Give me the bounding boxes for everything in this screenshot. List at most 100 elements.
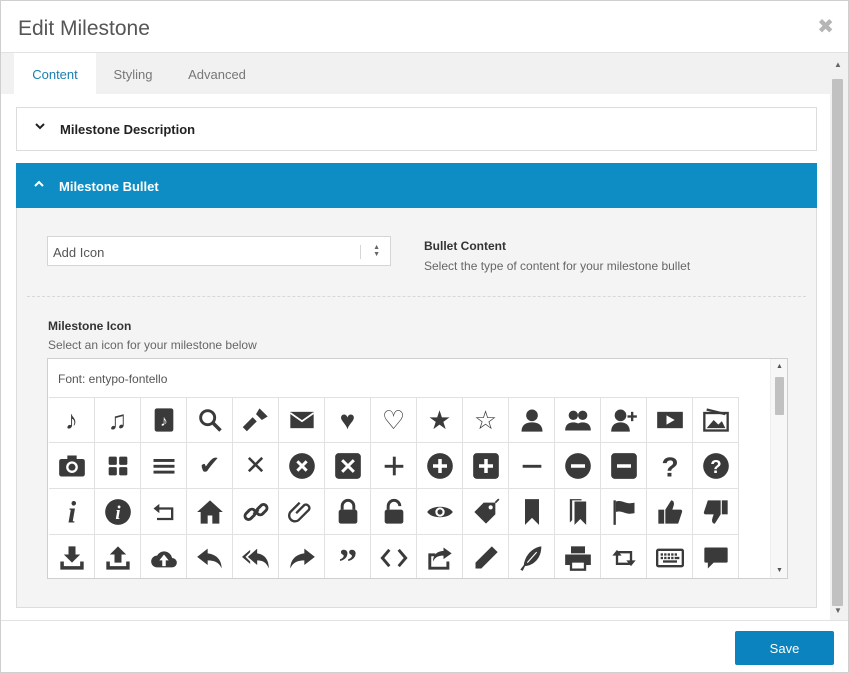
icon-option-keyboard[interactable] xyxy=(647,535,693,578)
forward-icon xyxy=(288,544,316,572)
tab-content[interactable]: Content xyxy=(14,53,96,94)
icon-option-cancel-squared[interactable] xyxy=(325,443,371,489)
icon-option-minus[interactable] xyxy=(509,443,555,489)
icon-option-plus[interactable] xyxy=(371,443,417,489)
icon-option-thumbs-down[interactable] xyxy=(693,489,739,535)
scroll-down-arrow-icon[interactable]: ▼ xyxy=(771,567,787,574)
icon-option-bookmark[interactable] xyxy=(509,489,555,535)
icon-option-flashlight[interactable] xyxy=(233,397,279,443)
tab-styling[interactable]: Styling xyxy=(96,53,170,94)
icon-option-plus-circled[interactable] xyxy=(417,443,463,489)
icon-option-cancel[interactable]: ✕ xyxy=(233,443,279,489)
icon-option-lock-open[interactable] xyxy=(371,489,417,535)
select-arrows-icon: ▲ ▼ xyxy=(373,244,380,258)
icon-option-tag[interactable] xyxy=(463,489,509,535)
icon-picker-scrollbar-thumb[interactable] xyxy=(775,377,784,415)
icon-option-minus-circled[interactable] xyxy=(555,443,601,489)
download-icon xyxy=(58,544,86,572)
icon-option-bookmarks[interactable] xyxy=(555,489,601,535)
icon-option-comment[interactable] xyxy=(693,535,739,578)
icon-picker-scrollbar[interactable]: ▲ ▼ xyxy=(770,359,787,578)
save-button[interactable]: Save xyxy=(735,631,834,665)
icon-option-flag[interactable] xyxy=(601,489,647,535)
feather-icon xyxy=(518,544,546,572)
tab-bar: Content Styling Advanced xyxy=(1,53,830,94)
icon-option-home[interactable] xyxy=(187,489,233,535)
icon-option-camera[interactable] xyxy=(49,443,95,489)
icon-option-reply[interactable] xyxy=(187,535,233,578)
icon-option-info-circled[interactable]: i xyxy=(95,489,141,535)
icon-option-print[interactable] xyxy=(555,535,601,578)
icon-option-export[interactable] xyxy=(417,535,463,578)
search-icon xyxy=(196,406,224,434)
bullet-content-select[interactable]: Add Icon ▲ ▼ xyxy=(47,236,391,266)
icon-option-heart[interactable]: ♥ xyxy=(325,397,371,443)
picture-icon xyxy=(702,406,730,434)
icon-option-forward[interactable] xyxy=(279,535,325,578)
icon-option-reply-all[interactable] xyxy=(233,535,279,578)
flag-icon xyxy=(610,498,638,526)
icon-option-info[interactable]: i xyxy=(49,489,95,535)
icon-option-feather[interactable] xyxy=(509,535,555,578)
dialog-footer xyxy=(1,620,848,672)
milestone-icon-label: Milestone Icon xyxy=(48,319,132,333)
icon-picker: Font: entypo-fontello ♪ ♫ ♪ ♥ ♡ ★ ☆ ✔ ✕?? i i ” ▲ ▼ xyxy=(47,358,788,579)
plus-circled-icon xyxy=(426,452,454,480)
icon-option-minus-squared[interactable] xyxy=(601,443,647,489)
check-icon: ✔ xyxy=(198,450,221,480)
icon-option-pencil[interactable] xyxy=(463,535,509,578)
upload-icon xyxy=(104,544,132,572)
icon-option-star[interactable]: ★ xyxy=(417,397,463,443)
star-icon: ★ xyxy=(427,404,452,435)
video-icon xyxy=(656,406,684,434)
icon-option-check[interactable]: ✔ xyxy=(187,443,233,489)
dialog-scrollbar-thumb[interactable] xyxy=(832,79,843,606)
bookmarks-icon xyxy=(564,498,592,526)
chevron-up-icon xyxy=(34,180,44,187)
icon-option-user-add[interactable] xyxy=(601,397,647,443)
section-title: Milestone Bullet xyxy=(59,179,159,194)
icon-option-code[interactable] xyxy=(371,535,417,578)
section-milestone-description[interactable]: Milestone Description xyxy=(16,107,817,151)
icon-option-note[interactable]: ♪ xyxy=(49,397,95,443)
icon-option-cancel-circled[interactable] xyxy=(279,443,325,489)
quote-icon: ” xyxy=(334,544,362,572)
icon-option-menu[interactable] xyxy=(141,443,187,489)
info-circled-icon: i xyxy=(104,498,132,526)
icon-option-upload[interactable] xyxy=(95,535,141,578)
icon-option-music[interactable]: ♫ xyxy=(95,397,141,443)
camera-icon xyxy=(58,452,86,480)
icon-option-help-circled[interactable]: ? xyxy=(693,443,739,489)
icon-option-retweet[interactable] xyxy=(601,535,647,578)
tab-advanced[interactable]: Advanced xyxy=(170,53,264,94)
icon-option-th-large[interactable] xyxy=(95,443,141,489)
icon-option-upload-cloud[interactable] xyxy=(141,535,187,578)
icon-option-heart-empty[interactable]: ♡ xyxy=(371,397,417,443)
lock-icon xyxy=(334,498,362,526)
icon-option-picture[interactable] xyxy=(693,397,739,443)
icon-option-users[interactable] xyxy=(555,397,601,443)
icon-option-back[interactable] xyxy=(141,489,187,535)
icon-option-download[interactable] xyxy=(49,535,95,578)
scroll-up-arrow-icon[interactable]: ▲ xyxy=(771,363,787,370)
scroll-up-arrow-icon[interactable]: ▲ xyxy=(830,59,846,71)
icon-option-mail[interactable] xyxy=(279,397,325,443)
scroll-down-arrow-icon[interactable]: ▼ xyxy=(830,605,846,617)
icon-option-help[interactable]: ? xyxy=(647,443,693,489)
icon-option-thumbs-up[interactable] xyxy=(647,489,693,535)
icon-option-quote[interactable]: ” xyxy=(325,535,371,578)
icon-option-music-doc[interactable]: ♪ xyxy=(141,397,187,443)
icon-option-eye[interactable] xyxy=(417,489,463,535)
upload-cloud-icon xyxy=(150,544,178,572)
icon-option-user[interactable] xyxy=(509,397,555,443)
icon-option-search[interactable] xyxy=(187,397,233,443)
icon-option-star-empty[interactable]: ☆ xyxy=(463,397,509,443)
icon-option-attach[interactable] xyxy=(279,489,325,535)
icon-option-lock[interactable] xyxy=(325,489,371,535)
icon-option-video[interactable] xyxy=(647,397,693,443)
section-milestone-bullet[interactable]: Milestone Bullet xyxy=(16,163,817,208)
icon-option-link[interactable] xyxy=(233,489,279,535)
icon-option-plus-squared[interactable] xyxy=(463,443,509,489)
music-doc-icon: ♪ xyxy=(150,406,178,434)
close-icon[interactable]: ✖ xyxy=(817,17,834,37)
